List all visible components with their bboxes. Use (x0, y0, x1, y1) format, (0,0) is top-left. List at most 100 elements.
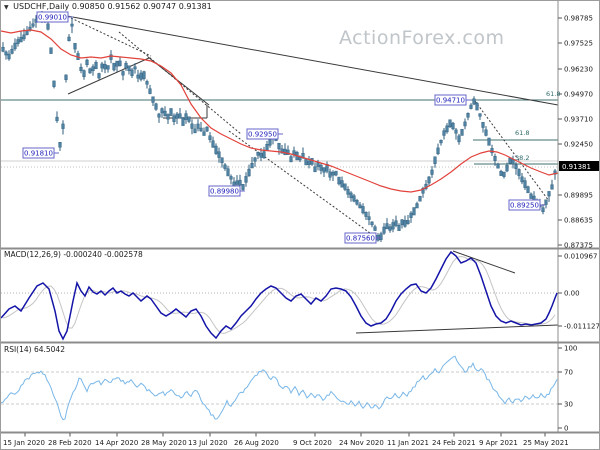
candle-body (388, 226, 392, 231)
candle-body (205, 126, 209, 132)
candle-body (253, 157, 257, 162)
candle-body (517, 169, 521, 176)
candle-body (10, 49, 14, 54)
candle-body (340, 180, 344, 188)
rsi-axis-label: 0 (564, 425, 568, 433)
candle-body (433, 156, 437, 164)
candle-body (22, 34, 26, 40)
candle-body (439, 140, 443, 144)
candle-body (406, 220, 410, 224)
candle-body (277, 142, 281, 150)
candle-body (61, 123, 65, 129)
candle-body (166, 114, 170, 120)
candle-body (103, 64, 107, 70)
candle-body (484, 129, 488, 136)
rsi-axis-label: 70 (564, 369, 573, 377)
candle-body (46, 23, 50, 30)
candle-body (142, 71, 146, 79)
candle-body (121, 71, 125, 76)
candle-body (454, 129, 458, 134)
price-axis-label: 0.96230 (564, 66, 593, 74)
candle-body (67, 36, 71, 42)
swing-label-text: 0.99010 (38, 14, 67, 22)
candle-body (304, 158, 308, 166)
dashed-trendline (228, 130, 382, 242)
candle-body (265, 144, 269, 151)
x-axis-label: 25 May 2021 (523, 439, 569, 447)
candle-body (391, 222, 395, 230)
candle-body (115, 60, 119, 67)
candle-body (520, 176, 524, 183)
macd-axis-label: 0.00 (564, 290, 580, 298)
candle-body (349, 192, 353, 199)
candle-body (259, 153, 263, 158)
candle-body (133, 66, 137, 70)
fib-ratio-label: 61.8 (515, 129, 529, 137)
candle-body (163, 110, 167, 117)
candle-body (19, 37, 23, 43)
candle-body (244, 176, 248, 183)
current-price-tag-text: 0.91381 (562, 163, 591, 171)
x-axis-label: 14 Apr 2020 (95, 439, 138, 447)
candle-body (382, 226, 386, 234)
candle-body (346, 189, 350, 195)
x-axis-label: 24 Feb 2021 (432, 439, 476, 447)
candle-body (460, 128, 464, 136)
candle-body (154, 103, 158, 110)
candle-body (319, 164, 323, 171)
x-axis-label: 28 May 2020 (141, 439, 187, 447)
candle-body (151, 96, 155, 103)
candle-body (478, 113, 482, 117)
candle-body (118, 60, 122, 66)
price-axis-label: 0.92450 (564, 141, 593, 149)
x-axis-label: 9 Apr 2021 (479, 439, 518, 447)
candle-body (361, 206, 365, 214)
candle-body (547, 191, 551, 197)
candle-body (355, 200, 359, 205)
candle-body (85, 59, 89, 66)
x-axis-label: 11 Jan 2021 (387, 439, 429, 447)
candle-body (79, 66, 83, 71)
macd-axis-label: -0.011127 (564, 323, 600, 331)
candle-body (70, 23, 74, 27)
candle-body (217, 151, 221, 158)
candle-body (373, 226, 377, 231)
price-axis-label: 0.98785 (564, 15, 593, 23)
candle-body (427, 176, 431, 184)
candle-body (526, 186, 530, 194)
candle-body (490, 148, 494, 154)
fib-ratio-label: 61.8 (546, 90, 560, 98)
candle-body (298, 157, 302, 161)
candle-body (202, 131, 206, 136)
candle-body (328, 171, 332, 178)
candle-body (487, 137, 491, 146)
rsi-axis-label: 100 (564, 345, 577, 353)
chart-title: ▼ USDCHF,Daily 0.90850 0.91562 0.90747 0… (4, 2, 212, 11)
candle-body (136, 74, 140, 79)
candle-body (4, 51, 8, 56)
symbol-dropdown-icon[interactable]: ▼ (4, 4, 9, 11)
candle-body (211, 140, 215, 148)
candle-body (397, 224, 401, 231)
candle-body (463, 121, 467, 127)
price-chart-canvas[interactable]: 0.98785 0.97525 0.96230 0.94970 0.93710 0.924… (1, 1, 600, 450)
candle-body (181, 117, 185, 126)
macd-main-line (1, 250, 558, 341)
candle-body (100, 63, 104, 69)
candle-body (187, 116, 191, 122)
candle-body (106, 65, 110, 70)
candle-body (505, 165, 509, 172)
candle-body (541, 207, 545, 213)
candle-body (238, 179, 242, 186)
swing-label-text: 0.91810 (24, 150, 53, 158)
candle-body (385, 223, 389, 230)
candle-body (283, 148, 287, 156)
candle-body (148, 88, 152, 94)
x-axis-label: 15 Jan 2020 (3, 439, 45, 447)
candle-body (31, 23, 35, 27)
fib-ratio-label: 38.2 (515, 154, 529, 162)
candle-body (475, 102, 479, 111)
candle-body (334, 170, 338, 176)
swing-label-text: 0.89250 (510, 202, 539, 210)
candle-body (52, 80, 56, 87)
